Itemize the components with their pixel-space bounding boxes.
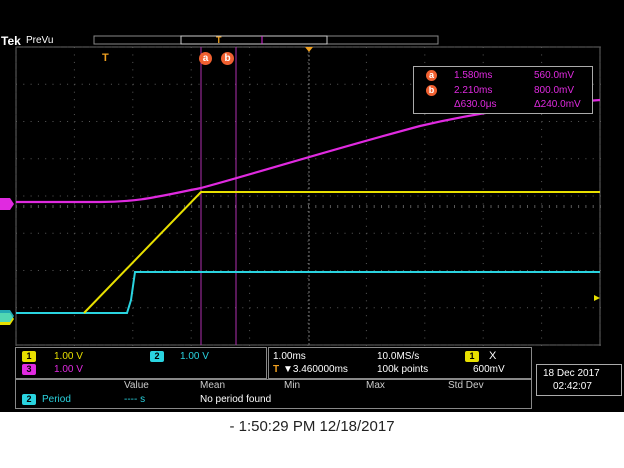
channel-2-scale[interactable]: 1.00 V — [180, 351, 209, 362]
readout-cursor-a-icon: a — [426, 70, 437, 81]
record-length: 100k points — [377, 364, 429, 375]
cursor-b-voltage: 800.0mV — [534, 85, 575, 96]
oscilloscope-screen: Tek PreVu T T a b a 1.580ms 560.0mV b 2.… — [0, 0, 624, 412]
trigger-level[interactable]: 600mV — [473, 364, 505, 375]
cursor-a-handle[interactable]: a — [199, 52, 212, 65]
channel-1-badge[interactable]: 1 — [22, 351, 36, 362]
time-display: 02:42:07 — [553, 381, 592, 392]
cursor-a-time: 1.580ms — [454, 70, 493, 81]
channel-3-scale[interactable]: 1.00 V — [54, 364, 83, 375]
channel-3-trace — [16, 98, 601, 204]
channel-scale-panel: 1 1.00 V 2 1.00 V 3 1.00 V — [15, 347, 267, 379]
channel-3-ground-marker — [0, 198, 14, 210]
cursor-a-voltage: 560.0mV — [534, 70, 575, 81]
cursor-delta-time: Δ630.0μs — [454, 99, 497, 110]
measurement-message: No period found — [200, 394, 272, 405]
record-view-window — [180, 35, 328, 45]
measurement-header-max: Max — [366, 380, 385, 391]
measurement-header-min: Min — [284, 380, 301, 391]
record-trigger-marker: T — [216, 35, 222, 45]
trigger-position-arrow — [305, 47, 313, 52]
channel-1-scale[interactable]: 1.00 V — [54, 351, 83, 362]
date-display: 18 Dec 2017 — [543, 368, 600, 379]
horizontal-scale[interactable]: 1.00ms — [273, 351, 306, 362]
trigger-slope-icon: X — [489, 350, 497, 362]
trigger-delay-icon: T — [273, 364, 280, 375]
measurement-header-value: Value — [124, 380, 149, 391]
trigger-point-marker: T — [102, 52, 109, 64]
record-overview-bar — [93, 35, 439, 45]
acquisition-mode: PreVu — [26, 35, 54, 46]
cursor-readout-panel: a 1.580ms 560.0mV b 2.210ms 800.0mV Δ630… — [413, 66, 593, 114]
timebase-panel: 1.00ms 10.0MS/s 1 X T ▼3.460000ms 100k p… — [268, 347, 532, 379]
measurement-value: ---- s — [124, 394, 146, 405]
sample-rate: 10.0MS/s — [377, 351, 420, 362]
measurement-header-mean: Mean — [200, 380, 226, 391]
measurement-header-stddev: Std Dev — [448, 380, 484, 391]
datetime-panel: 18 Dec 2017 02:42:07 — [536, 364, 622, 396]
cursor-b-handle[interactable]: b — [221, 52, 234, 65]
channel-1-trace — [83, 191, 600, 314]
cursor-delta-voltage: Δ240.0mV — [534, 99, 581, 110]
brand-logo: Tek — [1, 34, 21, 48]
trigger-level-marker — [594, 295, 600, 301]
cursor-b-time: 2.210ms — [454, 85, 493, 96]
measurement-name[interactable]: Period — [42, 394, 71, 405]
readout-cursor-b-icon: b — [426, 85, 437, 96]
measurement-channel-badge: 2 — [22, 394, 36, 405]
horizontal-delay[interactable]: ▼3.460000ms — [283, 364, 348, 375]
photo-timestamp-caption: - 1:50:29 PM 12/18/2017 — [229, 418, 395, 435]
trigger-channel-badge: 1 — [465, 351, 479, 362]
measurement-panel: Value Mean Min Max Std Dev 2 Period ----… — [15, 379, 532, 409]
channel-2-badge[interactable]: 2 — [150, 351, 164, 362]
channel-3-badge[interactable]: 3 — [22, 364, 36, 375]
